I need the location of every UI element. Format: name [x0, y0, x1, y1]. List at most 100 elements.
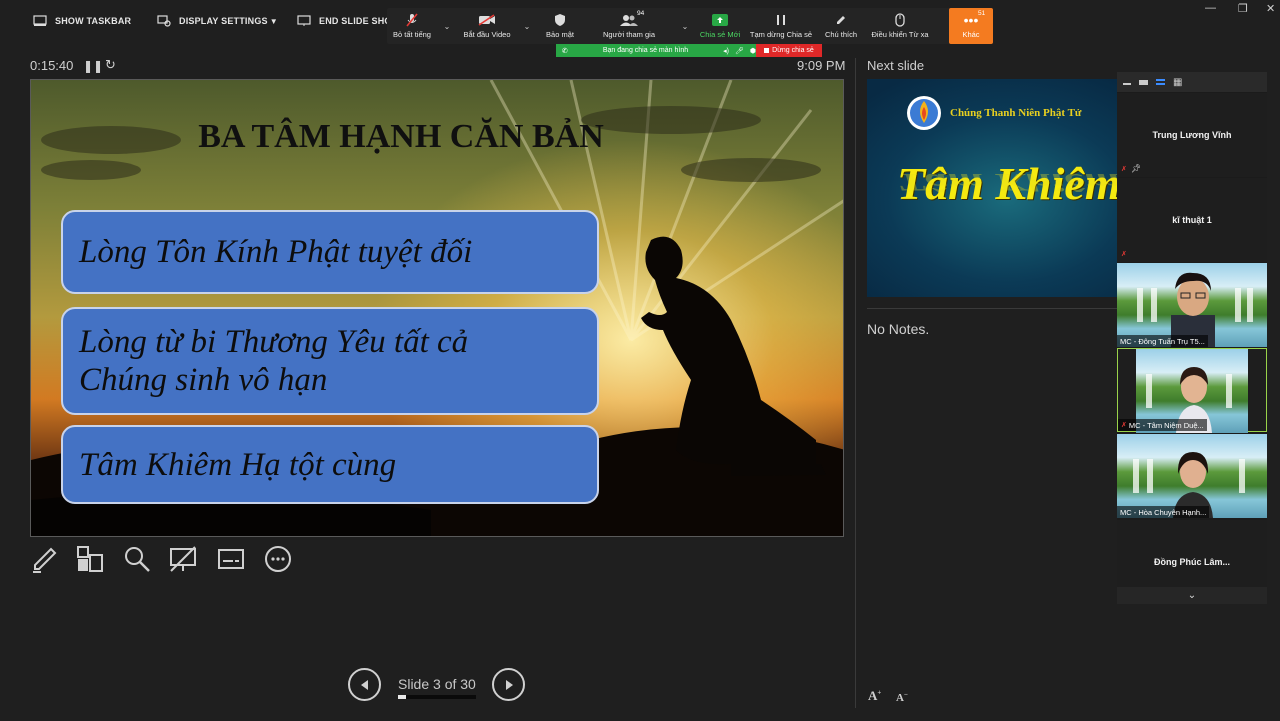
slide-box-text: Lòng từ bi Thương Yêu tất cả	[79, 324, 469, 360]
sharing-status[interactable]: ✆ Bạn đang chia sẻ màn hình ◂) 🎤︎ ⬢	[556, 44, 756, 57]
zoom-slide-button[interactable]	[123, 545, 151, 578]
strip-view-icon[interactable]	[1156, 79, 1165, 85]
participant-video-tile-active[interactable]: ✗ MC - Tâm Niệm Duệ...	[1117, 348, 1267, 433]
slide-title: BA TÂM HẠNH CĂN BẢN	[198, 118, 604, 155]
phone-icon: ✆	[562, 47, 568, 55]
more-options-button[interactable]	[264, 545, 292, 578]
remote-control-button[interactable]: Điều khiển Từ xa	[865, 8, 935, 44]
notes-separator	[867, 308, 1117, 309]
participant-name: MC - Đông Tuấn Trụ T5...	[1120, 336, 1205, 346]
organization-logo-icon	[907, 96, 941, 130]
remote-control-label: Điều khiển Từ xa	[871, 30, 929, 39]
elapsed-timer: 0:15:40	[30, 58, 74, 73]
chevron-down-icon: ⌄	[681, 21, 689, 31]
participant-video-tile[interactable]: MC - Hòa Chuyên Hạnh...	[1117, 434, 1267, 518]
speaker-view-icon[interactable]	[1139, 79, 1148, 85]
pause-share-button[interactable]: Tạm dừng Chia sẻ	[745, 8, 817, 44]
audio-options-caret[interactable]: ⌄	[437, 8, 457, 44]
pause-timer-icon[interactable]: ❚❚	[83, 59, 103, 73]
stop-share-label: Dừng chia sẻ	[772, 47, 814, 54]
dropdown-caret-icon: ▼	[269, 16, 278, 26]
participants-options-caret[interactable]: ⌄	[675, 8, 695, 44]
participants-button[interactable]: 94 Người tham gia	[583, 8, 675, 44]
participant-count: 94	[637, 10, 645, 17]
participant-caption: MC - Hòa Chuyên Hạnh...	[1117, 506, 1210, 518]
scroll-down-button[interactable]: ⌄	[1117, 587, 1267, 604]
minimize-strip-icon[interactable]	[1123, 83, 1131, 85]
video-options-caret[interactable]: ⌄	[517, 8, 537, 44]
display-settings-button[interactable]: DISPLAY SETTINGS ▼	[157, 12, 278, 30]
close-icon[interactable]: ✕	[1266, 2, 1275, 15]
end-slide-show-button[interactable]: END SLIDE SHOW	[297, 12, 400, 30]
participant-name: Đồng Phúc Lâm...	[1153, 557, 1230, 567]
slide-counter[interactable]: Slide 3 of 30	[398, 676, 476, 692]
taskbar-icon	[33, 15, 47, 26]
end-slide-show-icon	[297, 15, 311, 26]
mic-muted-icon: ✗	[1121, 422, 1127, 429]
next-slide-preview[interactable]: Chúng Thanh Niên Phật Tử Tâm Khiêm Tâm K…	[867, 79, 1127, 297]
subtitles-icon	[218, 549, 244, 569]
reset-timer-icon[interactable]: ↻	[105, 57, 116, 73]
chevron-down-icon: ⌄	[1187, 590, 1197, 601]
participant-video-tile[interactable]: MC - Đông Tuấn Trụ T5...	[1117, 263, 1267, 347]
display-settings-label: DISPLAY SETTINGS	[179, 16, 268, 26]
font-increase-icon: A+	[868, 688, 882, 703]
next-slide-title-reflection: Tâm Khiêm	[897, 168, 1121, 197]
previous-arrow-icon	[360, 679, 368, 690]
gallery-view-icon[interactable]: ▦	[1173, 77, 1182, 88]
show-taskbar-button[interactable]: SHOW TASKBAR	[33, 12, 131, 30]
mute-all-button[interactable]: Bỏ tất tiếng	[387, 8, 437, 44]
clock: 9:09 PM	[797, 58, 846, 73]
audio-icon: ◂)	[723, 47, 729, 55]
mic-icon: 🎤︎	[734, 47, 744, 55]
annotate-button[interactable]: Chú thích	[817, 8, 865, 44]
security-button[interactable]: Bảo mật	[537, 8, 583, 44]
display-settings-icon	[157, 15, 171, 27]
participant-name: MC - Tâm Niệm Duệ...	[1128, 420, 1204, 430]
start-video-label: Bắt đầu Video	[463, 30, 511, 39]
security-label: Bảo mật	[546, 30, 574, 39]
new-share-button[interactable]: Chia sẻ Mới	[695, 8, 745, 44]
chevron-down-icon: ⌄	[443, 21, 451, 31]
participant-caption: MC - Đông Tuấn Trụ T5...	[1117, 335, 1208, 347]
share-banner: ✆ Bạn đang chia sẻ màn hình ◂) 🎤︎ ⬢ Dừng…	[556, 44, 822, 57]
previous-slide-button[interactable]	[348, 668, 381, 701]
slide-box-text: Lòng Tôn Kính Phật tuyệt đối	[79, 234, 473, 270]
more-label: Khác	[962, 30, 980, 39]
participant-tile[interactable]: kĩ thuật 1 ✗	[1117, 178, 1267, 262]
pen-tool-button[interactable]	[31, 545, 59, 578]
stop-share-button[interactable]: Dừng chia sẻ	[756, 44, 822, 57]
show-taskbar-label: SHOW TASKBAR	[55, 16, 132, 26]
next-slide-button[interactable]	[492, 668, 525, 701]
stop-icon	[764, 48, 770, 53]
start-video-button[interactable]: Bắt đầu Video	[457, 8, 517, 44]
slide-box-3: Tâm Khiêm Hạ tột cùng	[61, 425, 599, 504]
participant-name: Trung Lương Vĩnh	[1152, 130, 1232, 140]
pin-icon: 📌︎	[1131, 164, 1142, 173]
participant-name: MC - Hòa Chuyên Hạnh...	[1120, 507, 1207, 517]
participant-tile[interactable]: Trung Lương Vĩnh ✗ 📌︎	[1117, 93, 1267, 177]
see-all-slides-button[interactable]	[76, 545, 104, 578]
participant-caption: ✗ MC - Tâm Niệm Duệ...	[1118, 419, 1207, 431]
pencil-icon	[837, 16, 845, 24]
current-slide[interactable]: BA TÂM HẠNH CĂN BẢN Lòng Tôn Kính Phật t…	[30, 79, 844, 537]
subtitles-button[interactable]	[217, 545, 245, 578]
annotate-label: Chú thích	[824, 30, 858, 39]
pen-icon	[33, 547, 57, 573]
mute-all-label: Bỏ tất tiếng	[393, 30, 431, 39]
black-screen-button[interactable]	[169, 545, 197, 578]
slide-progress-bar	[398, 695, 476, 699]
increase-font-button[interactable]: A+	[868, 688, 881, 704]
pause-icon	[777, 15, 785, 25]
more-count: 51	[978, 10, 986, 17]
more-button[interactable]: 51 ••• Khác	[949, 8, 993, 44]
slide-box-2: Lòng từ bi Thương Yêu tất cả Chúng sinh …	[61, 307, 599, 415]
slide-box-1: Lòng Tôn Kính Phật tuyệt đối	[61, 210, 599, 294]
minimize-icon[interactable]: —	[1205, 2, 1216, 14]
next-slide-label: Next slide	[867, 58, 925, 73]
strip-header: ▦	[1117, 72, 1267, 92]
pause-share-label: Tạm dừng Chia sẻ	[749, 30, 813, 39]
restore-icon[interactable]: ❐	[1238, 2, 1248, 15]
black-screen-icon	[170, 546, 196, 572]
decrease-font-button[interactable]: A−	[896, 690, 908, 704]
